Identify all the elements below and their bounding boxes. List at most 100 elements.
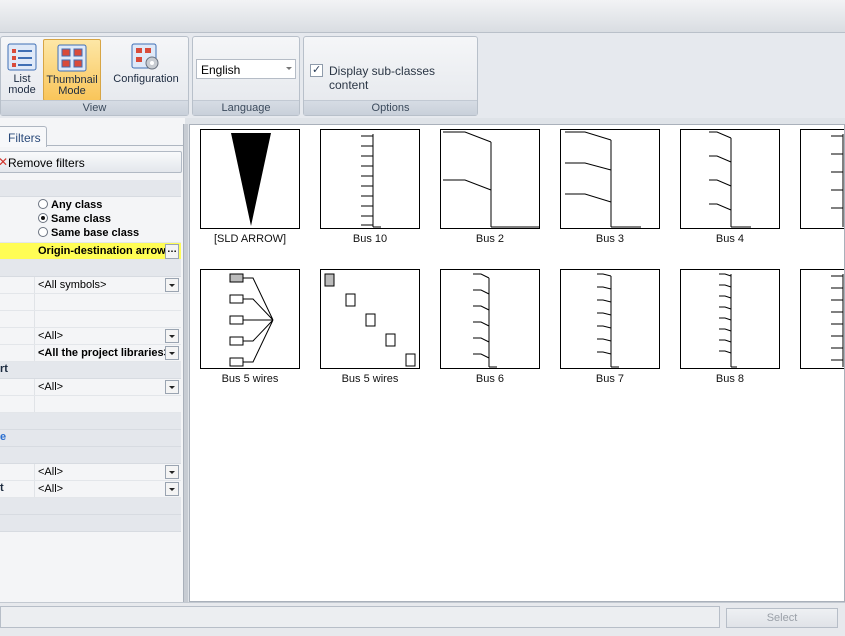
thumbnail-mode-button[interactable]: Thumbnail Mode — [43, 39, 101, 101]
any-class-radio[interactable]: Any class — [38, 199, 102, 211]
language-select-value: English — [201, 63, 241, 77]
options-group: Display sub-classes content Options — [303, 36, 478, 116]
property-category-row: rt — [0, 362, 181, 379]
property-category-row — [0, 413, 181, 430]
thumbnail-mode-icon — [57, 44, 87, 72]
all-dropdown-button-3[interactable] — [165, 465, 179, 479]
property-category-row — [0, 180, 181, 197]
bus-partial-icon — [831, 274, 844, 367]
all-value-3: <All> — [38, 466, 64, 478]
category-label-rt: rt — [0, 363, 8, 375]
all-row-2[interactable]: <All> — [0, 379, 181, 396]
title-bar — [0, 0, 845, 33]
language-group-caption: Language — [193, 100, 299, 115]
configuration-label: Configuration — [113, 73, 179, 85]
bus-2-icon — [443, 131, 539, 228]
any-class-label: Any class — [51, 199, 103, 211]
thumbnail-label: Bus 4 — [715, 233, 745, 245]
thumbnail-grid: [SLD ARROW] Bus 10 Bus 2 Bus 3 Bus 4 Bus… — [189, 124, 845, 602]
same-class-radio[interactable]: Same class — [38, 213, 111, 225]
bus-5-wires-diagonal-icon — [324, 273, 416, 367]
thumbnail-partial-2[interactable] — [800, 269, 844, 369]
tab-filters-label: Filters — [8, 131, 41, 145]
column-separator — [34, 396, 35, 412]
panel-splitter[interactable] — [183, 124, 188, 602]
all-row-4[interactable]: t <All> — [0, 481, 181, 498]
radio-icon — [38, 199, 48, 209]
sld-arrow-icon — [231, 133, 271, 226]
column-separator — [34, 464, 35, 480]
column-separator — [34, 345, 35, 361]
thumbnail-label: Bus 2 — [475, 233, 505, 245]
property-category-row — [0, 498, 181, 515]
display-subclasses-checkbox[interactable] — [310, 63, 323, 77]
list-mode-button[interactable]: List mode — [4, 39, 40, 101]
property-category-row — [0, 260, 181, 277]
bus-partial-icon — [831, 134, 844, 227]
category-label-e: e — [0, 431, 7, 443]
libraries-dropdown-button[interactable] — [165, 346, 179, 360]
thumbnail-label: Bu — [790, 373, 844, 385]
remove-filters-button[interactable]: ✕ Remove filters — [0, 151, 182, 173]
filters-tabstrip: Filters — [0, 124, 185, 147]
all-dropdown-button-1[interactable] — [165, 329, 179, 343]
filters-panel: Filters ✕ Remove filters Any class Same … — [0, 118, 185, 602]
thumbnail-bus-2[interactable] — [440, 129, 540, 229]
all-value-4: <All> — [38, 483, 64, 495]
thumbnail-bus-6[interactable] — [440, 269, 540, 369]
same-base-class-label: Same base class — [51, 227, 140, 239]
empty-row — [0, 311, 181, 328]
status-bar: Select — [0, 602, 845, 636]
thumbnail-label: Bus 5 wires — [341, 373, 399, 385]
thumbnail-bus-7[interactable] — [560, 269, 660, 369]
origin-destination-row[interactable]: Origin-destination arrow … — [0, 243, 181, 260]
column-separator — [34, 311, 35, 327]
class-match-row: Any class Same class Same base class — [0, 197, 181, 243]
thumbnail-bus-5-wires[interactable] — [200, 269, 300, 369]
property-category-row — [0, 447, 181, 464]
same-base-class-radio[interactable]: Same base class — [38, 227, 139, 239]
symbols-dropdown-button[interactable] — [165, 278, 179, 292]
bus-3-icon — [565, 131, 641, 228]
thumbnail-sld-arrow[interactable] — [200, 129, 300, 229]
bus-4-icon — [709, 131, 751, 228]
radio-icon — [38, 227, 48, 237]
all-dropdown-button-4[interactable] — [165, 482, 179, 496]
row-label-t: t — [0, 482, 4, 494]
thumbnail-bus-4[interactable] — [680, 129, 780, 229]
thumbnail-label: Bus 8 — [715, 373, 745, 385]
thumbnail-label: Bus 10 — [352, 233, 388, 245]
thumbnail-label: Bu — [790, 233, 844, 245]
libraries-row[interactable]: <All the project libraries> — [0, 345, 181, 362]
origin-destination-value: Origin-destination arrow — [38, 245, 166, 257]
radio-selected-icon — [38, 213, 48, 223]
bus-10-icon — [361, 134, 381, 228]
view-group-caption: View — [1, 100, 188, 115]
language-group: English Language — [192, 36, 300, 116]
thumbnail-partial-1[interactable] — [800, 129, 844, 229]
thumbnail-label: Bus 3 — [595, 233, 625, 245]
all-dropdown-button-2[interactable] — [165, 380, 179, 394]
column-separator — [34, 328, 35, 344]
thumbnail-bus-8[interactable] — [680, 269, 780, 369]
thumbnail-label: Bus 7 — [595, 373, 625, 385]
thumbnail-bus-3[interactable] — [560, 129, 660, 229]
symbols-row[interactable]: <All symbols> — [0, 277, 181, 294]
thumbnail-mode-label-2: Mode — [58, 85, 86, 97]
column-separator — [34, 481, 35, 497]
select-button[interactable]: Select — [726, 608, 838, 628]
property-category-row: e — [0, 430, 181, 447]
bus-7-icon — [597, 273, 619, 368]
ellipsis-button[interactable]: … — [165, 244, 179, 259]
all-row-1[interactable]: <All> — [0, 328, 181, 345]
tab-filters[interactable]: Filters — [0, 126, 47, 147]
thumbnail-bus-5-wires-diagonal[interactable] — [320, 269, 420, 369]
thumbnail-label: Bus 6 — [475, 373, 505, 385]
bus-8-icon — [719, 273, 737, 368]
all-row-3[interactable]: <All> — [0, 464, 181, 481]
ribbon: List mode Thumbnail Mode Configuration V… — [0, 33, 845, 118]
configuration-button[interactable]: Configuration — [105, 39, 187, 101]
remove-filters-label: Remove filters — [8, 156, 85, 170]
language-select[interactable]: English — [196, 59, 296, 79]
thumbnail-bus-10[interactable] — [320, 129, 420, 229]
